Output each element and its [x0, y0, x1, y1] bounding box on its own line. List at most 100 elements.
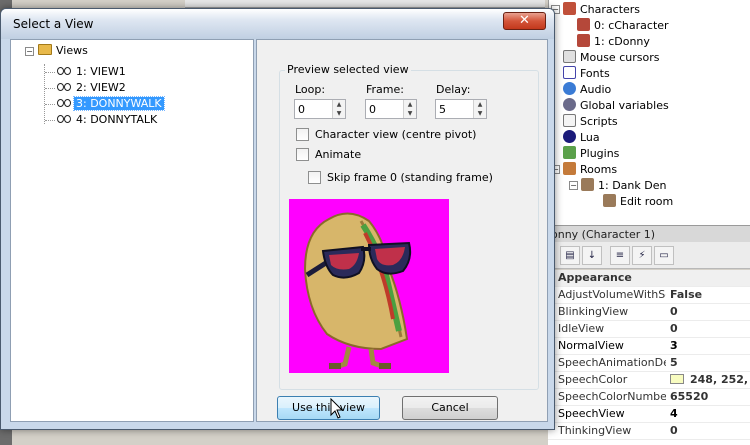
- property-row[interactable]: ThinkingView 0: [548, 423, 750, 440]
- frame-value[interactable]: 0: [369, 103, 376, 116]
- property-row[interactable]: IdleView 0: [548, 321, 750, 338]
- sprite-preview: [289, 199, 449, 373]
- property-value[interactable]: 4: [670, 406, 678, 422]
- view-icon: [57, 83, 71, 91]
- spin-up-icon[interactable]: ▲: [404, 100, 416, 109]
- skip-frame-checkbox[interactable]: Skip frame 0 (standing frame): [308, 171, 493, 186]
- dialog-title: Select a View: [13, 17, 94, 31]
- property-row-normal-view[interactable]: NormalView 3: [548, 338, 750, 355]
- view-item-selected[interactable]: 3: DONNYWALK: [57, 96, 165, 112]
- tree-item-plugins[interactable]: Plugins: [563, 146, 619, 162]
- spin-down-icon[interactable]: ▼: [404, 109, 416, 118]
- property-row-speech-view[interactable]: SpeechView 4: [548, 406, 750, 423]
- view-icon: [57, 115, 71, 123]
- collapse-icon[interactable]: −: [569, 181, 578, 190]
- property-name: SpeechView: [558, 407, 625, 420]
- delay-spinner[interactable]: 5 ▲ ▼: [435, 99, 487, 119]
- tree-line: [45, 88, 55, 89]
- view-item[interactable]: 2: VIEW2: [57, 80, 128, 96]
- loop-spinner[interactable]: 0 ▲ ▼: [294, 99, 346, 119]
- collapse-icon[interactable]: −: [25, 47, 34, 56]
- checkbox-label: Skip frame 0 (standing frame): [327, 171, 493, 184]
- property-value[interactable]: 3: [670, 338, 678, 354]
- spin-down-icon[interactable]: ▼: [474, 109, 486, 118]
- property-value[interactable]: 248, 252,: [690, 373, 748, 386]
- checkbox-box[interactable]: [308, 171, 321, 184]
- tree-item-edit-room[interactable]: Edit room: [603, 194, 673, 210]
- tree-item-lua[interactable]: Lua: [563, 130, 600, 146]
- tree-item-characters[interactable]: − Characters: [551, 2, 640, 18]
- font-icon: [563, 66, 576, 79]
- dialog-titlebar[interactable]: Select a View ✕: [1, 9, 554, 39]
- properties-header: onny (Character 1): [548, 225, 750, 242]
- tree-item-cdonny[interactable]: 1: cDonny: [577, 34, 650, 50]
- view-icon: [57, 67, 71, 75]
- plugin-icon: [563, 146, 576, 159]
- tree-item-label: Global variables: [580, 99, 669, 112]
- property-value[interactable]: 0: [670, 423, 678, 439]
- events-icon[interactable]: ⚡: [632, 246, 652, 265]
- property-row[interactable]: SpeechColor 248, 252,: [548, 372, 750, 389]
- categorized-icon[interactable]: ▤: [560, 246, 580, 265]
- alphabetical-icon[interactable]: ↓: [582, 246, 602, 265]
- property-row[interactable]: SpeechColorNumber 65520: [548, 389, 750, 406]
- property-row[interactable]: AdjustVolumeWithScal False: [548, 287, 750, 304]
- property-value[interactable]: 65520: [670, 389, 708, 405]
- tree-item-global-variables[interactable]: Global variables: [563, 98, 669, 114]
- tree-item-dank-den[interactable]: − 1: Dank Den: [569, 178, 666, 194]
- view-item[interactable]: 4: DONNYTALK: [57, 112, 159, 128]
- property-name: NormalView: [558, 339, 624, 352]
- room-icon: [581, 178, 594, 191]
- property-row[interactable]: SpeechAnimationDelay 5: [548, 355, 750, 372]
- close-button[interactable]: ✕: [503, 12, 546, 30]
- checkbox-label: Character view (centre pivot): [315, 128, 477, 141]
- property-category[interactable]: Appearance: [548, 270, 750, 287]
- spin-down-icon[interactable]: ▼: [333, 109, 345, 118]
- property-name: SpeechColorNumber: [558, 390, 666, 403]
- tree-item-mouse-cursors[interactable]: Mouse cursors: [563, 50, 659, 66]
- spinner-arrows[interactable]: ▲ ▼: [403, 100, 416, 118]
- spin-up-icon[interactable]: ▲: [474, 100, 486, 109]
- checkbox-box[interactable]: [296, 128, 309, 141]
- property-value[interactable]: 0: [670, 304, 678, 320]
- spinner-arrows[interactable]: ▲ ▼: [473, 100, 486, 118]
- characters-icon: [563, 2, 576, 15]
- tree-item-rooms[interactable]: − Rooms: [551, 162, 617, 178]
- tree-item-audio[interactable]: Audio: [563, 82, 611, 98]
- views-tree[interactable]: − Views 1: VIEW1 2: VIEW2 3: DONNYWALK 4:…: [10, 39, 254, 422]
- project-tree[interactable]: − Characters 0: cCharacter 1: cDonny Mous…: [548, 0, 750, 225]
- properties-icon[interactable]: ≡: [610, 246, 630, 265]
- cancel-button[interactable]: Cancel: [402, 396, 498, 420]
- tree-item-scripts[interactable]: Scripts: [563, 114, 618, 130]
- spin-up-icon[interactable]: ▲: [333, 100, 345, 109]
- tree-line: [45, 120, 55, 121]
- views-root-label: Views: [56, 44, 88, 57]
- checkbox-box[interactable]: [296, 148, 309, 161]
- use-this-view-button[interactable]: Use this view: [277, 396, 380, 420]
- views-root[interactable]: − Views: [25, 43, 88, 59]
- spinner-arrows[interactable]: ▲ ▼: [332, 100, 345, 118]
- view-item-label: 4: DONNYTALK: [76, 113, 158, 126]
- character-view-checkbox[interactable]: Character view (centre pivot): [296, 128, 476, 143]
- property-value[interactable]: 0: [670, 321, 678, 337]
- delay-value[interactable]: 5: [439, 103, 446, 116]
- tree-line: [45, 72, 55, 73]
- delay-label: Delay:: [436, 83, 471, 96]
- property-pages-icon[interactable]: ▭: [654, 246, 674, 265]
- tree-item-fonts[interactable]: Fonts: [563, 66, 610, 82]
- tree-item-ccharacter[interactable]: 0: cCharacter: [577, 18, 669, 34]
- property-value[interactable]: 5: [670, 355, 678, 371]
- property-row[interactable]: BlinkingView 0: [548, 304, 750, 321]
- frame-label: Frame:: [366, 83, 404, 96]
- character-icon: [577, 34, 590, 47]
- category-label: Appearance: [558, 271, 632, 284]
- property-grid[interactable]: Appearance AdjustVolumeWithScal False Bli…: [548, 270, 750, 445]
- view-item[interactable]: 1: VIEW1: [57, 64, 128, 80]
- animate-checkbox[interactable]: Animate: [296, 148, 361, 163]
- property-value[interactable]: False: [670, 287, 702, 303]
- tree-item-label: Audio: [580, 83, 612, 96]
- loop-value[interactable]: 0: [298, 103, 305, 116]
- tree-item-label: Characters: [580, 3, 641, 16]
- frame-spinner[interactable]: 0 ▲ ▼: [365, 99, 417, 119]
- loop-label: Loop:: [295, 83, 326, 96]
